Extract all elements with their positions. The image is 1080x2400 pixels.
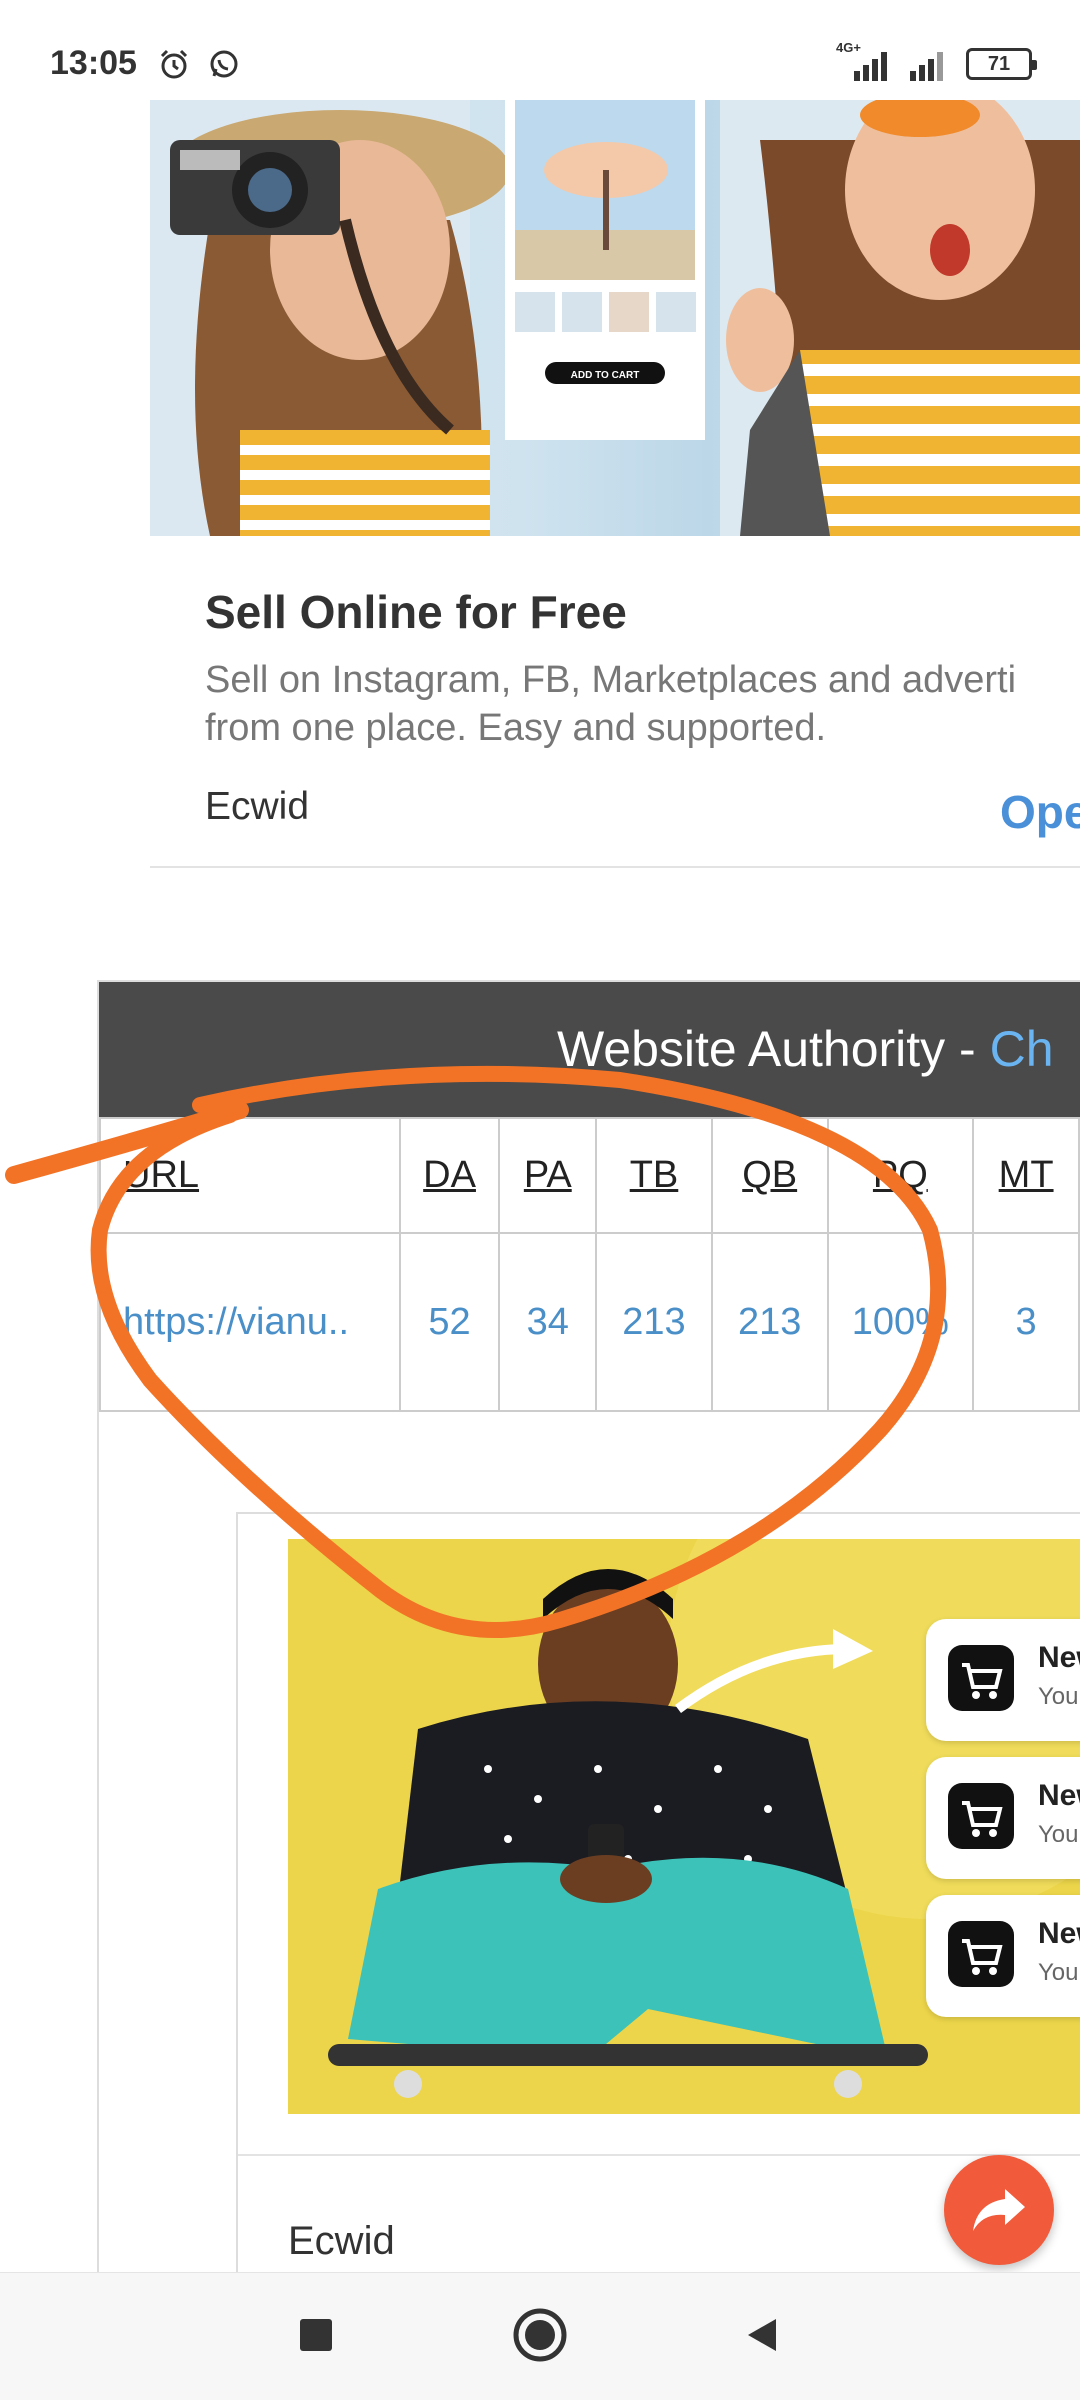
back-button[interactable] <box>732 2305 792 2365</box>
pa-cell[interactable]: 34 <box>498 1232 598 1412</box>
status-time: 13:05 <box>50 44 137 82</box>
cart-icon <box>948 1783 1014 1849</box>
alarm-icon <box>160 49 188 79</box>
status-bar: 13:05 4G+ 71 <box>0 0 1080 100</box>
table-row: https://vianu.. 52 34 213 213 100% 3 <box>99 1232 1080 1412</box>
notification-title: New <box>1038 1917 1080 1950</box>
mt-cell[interactable]: 3 <box>972 1232 1080 1412</box>
column-header-pa[interactable]: PA <box>498 1117 598 1234</box>
authority-title-text: Website Authority - <box>557 1021 990 1077</box>
authority-table: URL DA PA TB QB PQ MT https://vianu.. 52… <box>99 1117 1080 1412</box>
system-nav-bar <box>0 2272 1080 2400</box>
ad-banner-image[interactable]: ADD TO CART <box>150 100 1080 536</box>
column-header-tb[interactable]: TB <box>595 1117 713 1234</box>
notification-card: New You <box>926 1619 1080 1741</box>
home-button[interactable] <box>510 2305 570 2365</box>
ad-open-button[interactable]: Ope <box>1000 785 1080 839</box>
notification-title: New <box>1038 1779 1080 1812</box>
ad-description-line-1: Sell on Instagram, FB, Marketplaces and … <box>205 659 1017 701</box>
add-to-cart-label: ADD TO CART <box>571 370 640 381</box>
authority-header: Website Authority - Ch <box>99 982 1080 1117</box>
battery-level: 71 <box>987 52 1011 75</box>
cart-icon <box>948 1921 1014 1987</box>
divider <box>238 2154 1080 2156</box>
column-header-da[interactable]: DA <box>398 1117 501 1234</box>
battery-icon: 71 <box>966 48 1037 80</box>
qb-cell[interactable]: 213 <box>710 1232 829 1412</box>
column-header-mt[interactable]: MT <box>972 1117 1080 1234</box>
ad-advertiser: Ecwid <box>205 785 310 828</box>
column-header-url[interactable]: URL <box>99 1117 401 1234</box>
notification-subtitle: You <box>1038 1959 1079 1986</box>
column-header-qb[interactable]: QB <box>710 1117 829 1234</box>
share-arrow-icon <box>973 2189 1025 2231</box>
home-circle-icon <box>513 2308 567 2362</box>
notification-card: New You <box>926 1757 1080 1879</box>
share-button[interactable] <box>944 2155 1054 2265</box>
inner-ad-image[interactable]: New You New You New You <box>288 1539 1080 2114</box>
status-indicators: 4G+ 71 <box>836 41 1037 84</box>
table-header-row: URL DA PA TB QB PQ MT <box>99 1117 1080 1234</box>
da-cell[interactable]: 52 <box>398 1232 501 1412</box>
signal-icon: 4G+ <box>836 41 894 81</box>
inner-ad-card[interactable]: New You New You New You Ecwid <box>236 1512 1080 2400</box>
ad-description: Sell on Instagram, FB, Marketplaces and … <box>205 656 1080 752</box>
notification-subtitle: You <box>1038 1683 1079 1710</box>
network-type: 4G+ <box>836 40 861 55</box>
authority-title-link[interactable]: Ch <box>990 1021 1054 1077</box>
notification-card: New You <box>926 1895 1080 2017</box>
notification-title: New <box>1038 1641 1080 1674</box>
cart-icon <box>948 1645 1014 1711</box>
tb-cell[interactable]: 213 <box>595 1232 713 1412</box>
recents-square-icon <box>300 2319 332 2351</box>
divider <box>150 866 1080 868</box>
back-triangle-icon <box>748 2319 776 2351</box>
pq-cell[interactable]: 100% <box>826 1232 975 1412</box>
recents-button[interactable] <box>286 2305 346 2365</box>
inner-ad-advertiser: Ecwid <box>288 2219 395 2263</box>
notification-subtitle: You <box>1038 1821 1079 1848</box>
whatsapp-icon <box>210 50 238 78</box>
authority-title: Website Authority - Ch <box>557 1020 1054 1078</box>
column-header-pq[interactable]: PQ <box>826 1117 975 1234</box>
ad-description-line-2: from one place. Easy and supported. <box>205 707 827 749</box>
signal-icon-2 <box>910 52 943 81</box>
ad-title[interactable]: Sell Online for Free <box>205 585 627 639</box>
url-cell[interactable]: https://vianu.. <box>99 1232 401 1412</box>
